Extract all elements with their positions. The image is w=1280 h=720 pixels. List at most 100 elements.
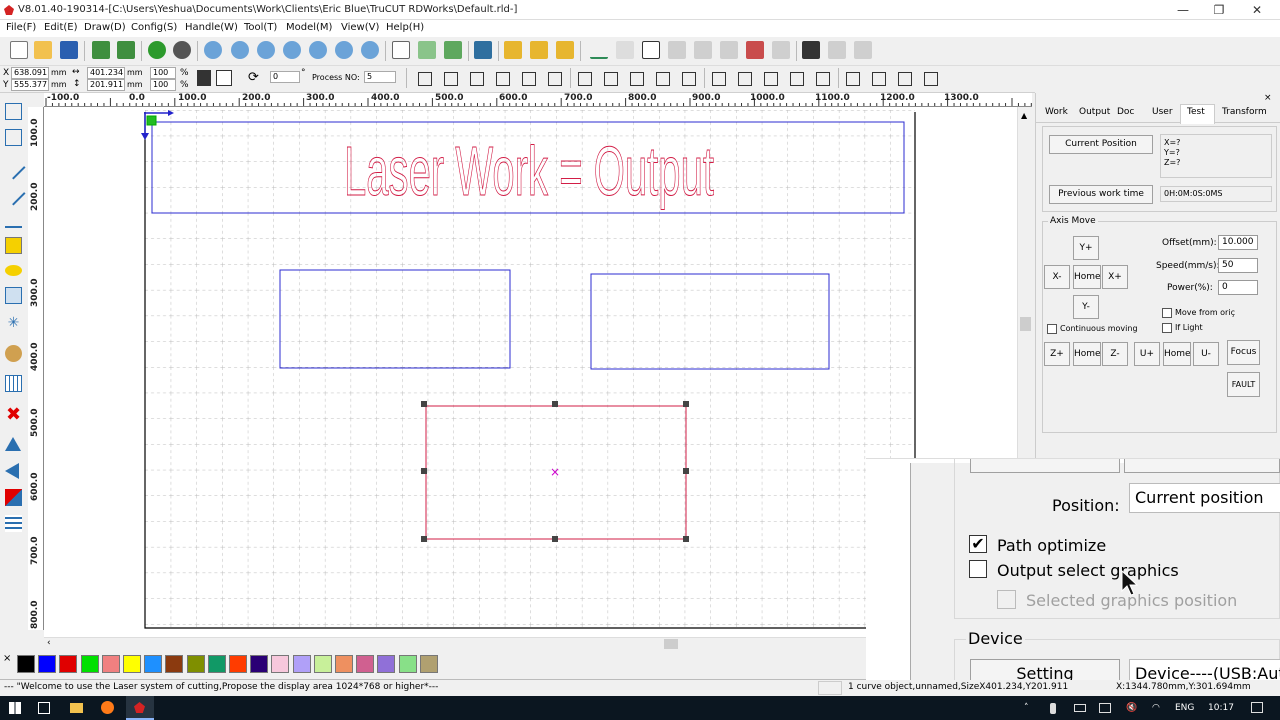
- y-plus-button[interactable]: Y+: [1073, 236, 1099, 260]
- color-swatch[interactable]: [38, 655, 57, 673]
- menu-config[interactable]: Config(S): [131, 22, 177, 33]
- color-swatch[interactable]: [398, 655, 417, 673]
- color-swatch[interactable]: [377, 655, 396, 673]
- setting-button[interactable]: Setting: [970, 659, 1120, 680]
- array-icon[interactable]: [668, 41, 686, 59]
- magic-wand-icon[interactable]: [828, 41, 846, 59]
- import-icon[interactable]: [92, 41, 110, 59]
- distribute-v-icon[interactable]: [682, 72, 696, 86]
- move-bottom-right-icon[interactable]: [764, 72, 778, 86]
- windows-start-icon[interactable]: [9, 702, 21, 714]
- mirror-v-icon[interactable]: [5, 463, 19, 479]
- laser-monitor-icon[interactable]: [474, 41, 492, 59]
- color-swatch[interactable]: [356, 655, 375, 673]
- width-input[interactable]: 401.234: [87, 67, 125, 79]
- color-swatch[interactable]: [313, 655, 332, 673]
- close-button[interactable]: ✕: [1238, 0, 1276, 20]
- move-top-left-icon[interactable]: [712, 72, 726, 86]
- mirror-h-icon[interactable]: [5, 437, 21, 451]
- color-swatch[interactable]: [165, 655, 184, 673]
- bmp-icon[interactable]: [616, 41, 634, 59]
- move-center-icon[interactable]: [816, 72, 830, 86]
- firefox-icon[interactable]: [101, 701, 114, 714]
- battery-icon[interactable]: [1074, 704, 1086, 712]
- lock-ratio-icon[interactable]: [197, 70, 211, 86]
- task-view-icon[interactable]: [38, 702, 50, 714]
- node-tool-icon[interactable]: [5, 129, 22, 146]
- path-optimize-checkbox[interactable]: ✔: [969, 535, 987, 553]
- color-swatch[interactable]: [207, 655, 226, 673]
- x-plus-button[interactable]: X+: [1102, 265, 1128, 289]
- vscroll-thumb[interactable]: [1020, 317, 1031, 331]
- open-folder-icon[interactable]: [34, 41, 52, 59]
- tab-doc[interactable]: Doc: [1117, 107, 1134, 117]
- z-minus-button[interactable]: Z-: [1102, 342, 1128, 366]
- menu-help[interactable]: Help(H): [386, 22, 424, 33]
- color-swatch[interactable]: [80, 655, 99, 673]
- align-top-icon[interactable]: [470, 72, 484, 86]
- align-icon[interactable]: [694, 41, 712, 59]
- select-frame-icon[interactable]: [392, 41, 410, 59]
- headline-text[interactable]: Laser Work = Output: [344, 132, 715, 211]
- line-tool-icon[interactable]: [1, 155, 26, 180]
- color-swatch[interactable]: [144, 655, 163, 673]
- current-position-button[interactable]: Current Position: [1049, 135, 1153, 154]
- same-width-icon[interactable]: [578, 72, 592, 86]
- u-plus-button[interactable]: U+: [1134, 342, 1160, 366]
- point-tool-icon[interactable]: ✳: [5, 315, 22, 332]
- canvas-hscrollbar[interactable]: ‹: [44, 637, 866, 650]
- move-from-origin-checkbox[interactable]: [1162, 308, 1172, 318]
- color-swatch[interactable]: [271, 655, 290, 673]
- color-swatch[interactable]: [250, 655, 269, 673]
- file-explorer-icon[interactable]: [70, 703, 83, 713]
- power-input[interactable]: 0: [1218, 280, 1258, 295]
- rectangle-tool-icon[interactable]: [5, 237, 22, 254]
- scale-x-input[interactable]: 100: [150, 67, 176, 79]
- mirror-top-icon[interactable]: [898, 72, 912, 86]
- panel-close-icon[interactable]: ×: [1264, 93, 1272, 103]
- canvas-vscrollbar[interactable]: ▲: [1017, 107, 1032, 462]
- continuous-moving-checkbox[interactable]: [1047, 324, 1057, 334]
- color-swatch[interactable]: [419, 655, 438, 673]
- minimize-button[interactable]: —: [1164, 0, 1202, 20]
- network-icon[interactable]: [1099, 703, 1111, 713]
- move-top-right-icon[interactable]: [738, 72, 752, 86]
- tray-chevron-icon[interactable]: ˄: [1024, 703, 1029, 713]
- layer-icon[interactable]: [772, 41, 790, 59]
- color-swatch[interactable]: [186, 655, 205, 673]
- menu-file[interactable]: File(F): [6, 22, 36, 33]
- xy-home-button[interactable]: Home: [1073, 265, 1101, 289]
- group-icon[interactable]: [504, 41, 522, 59]
- speed-input[interactable]: 50: [1218, 258, 1258, 273]
- color-swatch[interactable]: [292, 655, 311, 673]
- clock[interactable]: 10:17: [1208, 703, 1234, 713]
- maximize-button[interactable]: ❐: [1200, 0, 1238, 20]
- wifi-icon[interactable]: ◠: [1152, 703, 1160, 713]
- u-home-button[interactable]: Home: [1163, 342, 1191, 366]
- focus-button[interactable]: Focus: [1227, 340, 1260, 365]
- polyline-tool-icon[interactable]: [1, 181, 26, 206]
- language-indicator[interactable]: ENG: [1175, 703, 1194, 713]
- color-swatch[interactable]: [101, 655, 120, 673]
- position-dropdown[interactable]: Current position: [1129, 483, 1280, 513]
- tab-test[interactable]: Test: [1187, 107, 1205, 117]
- undo-icon[interactable]: [148, 41, 166, 59]
- hscroll-thumb[interactable]: [664, 639, 678, 649]
- tab-work[interactable]: Work: [1045, 107, 1068, 117]
- mirror-left-icon[interactable]: [846, 72, 860, 86]
- align-left-icon[interactable]: [418, 72, 432, 86]
- redo-icon[interactable]: [173, 41, 191, 59]
- offset-icon[interactable]: [720, 41, 738, 59]
- align-right-icon[interactable]: [444, 72, 458, 86]
- if-light-checkbox[interactable]: [1162, 323, 1172, 333]
- fault-button[interactable]: FAULT: [1227, 372, 1260, 397]
- color-swatch[interactable]: [229, 655, 247, 673]
- tab-user[interactable]: User: [1152, 107, 1173, 117]
- array-copy-icon[interactable]: [5, 515, 22, 532]
- smooth-icon[interactable]: [444, 41, 462, 59]
- anchor-point-icon[interactable]: [216, 70, 232, 86]
- height-input[interactable]: 201.911: [87, 79, 125, 91]
- select-tool-icon[interactable]: [5, 103, 22, 120]
- curve-tool-icon[interactable]: [5, 211, 22, 228]
- menu-handle[interactable]: Handle(W): [185, 22, 238, 33]
